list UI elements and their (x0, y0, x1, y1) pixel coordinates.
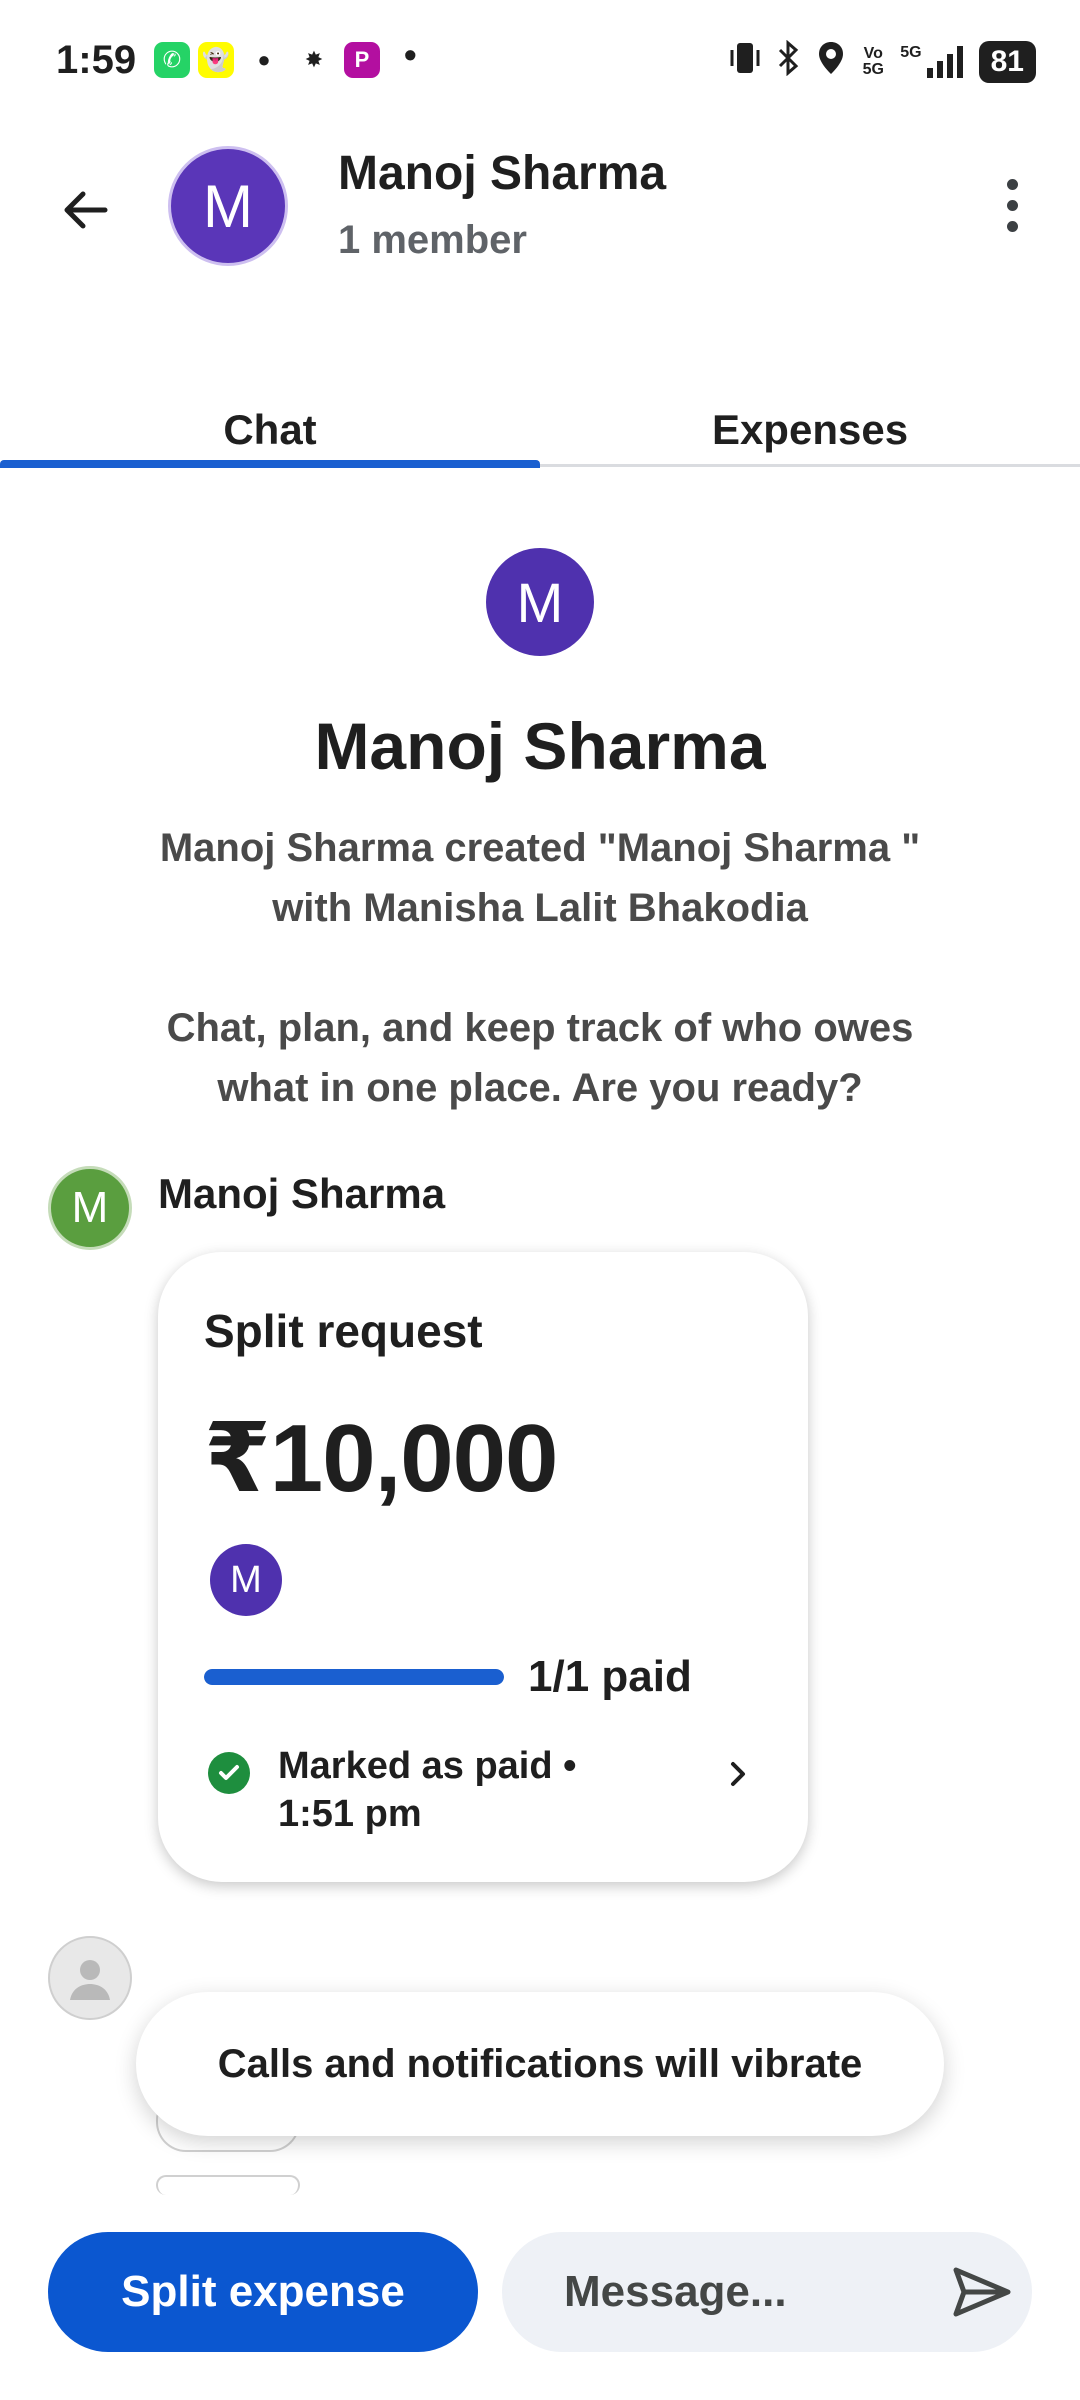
message-bubble-partial (156, 2175, 300, 2195)
group-title[interactable]: Manoj Sharma (338, 146, 666, 201)
vibrate-toast: Calls and notifications will vibrate (136, 1992, 944, 2136)
member-count[interactable]: 1 member (338, 218, 527, 263)
status-time: 1:59 (56, 38, 137, 82)
more-notifications-dot: • (404, 34, 417, 75)
active-tab-indicator (0, 460, 540, 468)
back-button[interactable] (40, 165, 130, 255)
app-glyph-icon: ✸ (304, 47, 324, 72)
person-icon (70, 1960, 110, 2000)
paid-progress-fill (204, 1669, 504, 1685)
snapchat-icon: 👻 (198, 42, 234, 78)
created-line-1: Manoj Sharma created "Manoj Sharma " (159, 826, 921, 870)
created-line-2: with Manisha Lalit Bhakodia (272, 886, 808, 930)
tab-chat[interactable]: Chat (0, 390, 540, 470)
sender-name: Manoj Sharma (158, 1170, 446, 1217)
prompt-line-1: Chat, plan, and keep track of who owes (166, 1006, 914, 1050)
split-amount: ₹10,000 (204, 1405, 558, 1512)
group-avatar[interactable]: M (168, 146, 288, 266)
message-bubble-icon: ● (257, 47, 271, 72)
check-circle-icon (208, 1752, 250, 1794)
paid-progress-bar (204, 1669, 504, 1685)
tab-expenses[interactable]: Expenses (540, 390, 1080, 470)
signal-icon: 5G (900, 44, 964, 80)
battery-indicator: 81 (978, 40, 1036, 83)
network-type-label: 5G (900, 43, 922, 61)
sender-avatar[interactable]: M (48, 1166, 132, 1250)
more-vert-icon (1006, 178, 1018, 190)
more-options-button[interactable] (972, 160, 1052, 250)
payment-status-line-1: Marked as paid • (278, 1745, 577, 1787)
location-icon (816, 40, 846, 83)
member-avatar: M (210, 1544, 282, 1616)
payment-status-time: 1:51 pm (278, 1793, 422, 1835)
volte-icon: Vo 5G (862, 44, 884, 78)
vibrate-icon (728, 40, 762, 83)
group-intro-avatar: M (486, 548, 594, 656)
user-avatar[interactable] (48, 1936, 132, 2020)
open-details-button[interactable] (710, 1746, 766, 1802)
split-request-title: Split request (204, 1305, 483, 1357)
send-button[interactable] (942, 2252, 1022, 2332)
payment-status: Marked as paid • 1:51 pm (278, 1742, 658, 1838)
whatsapp-icon: ✆ (154, 42, 190, 78)
paid-count: 1/1 paid (528, 1652, 692, 1701)
send-icon (953, 2267, 1011, 2317)
group-intro-title: Manoj Sharma (314, 709, 766, 783)
split-request-card[interactable]: Split request ₹10,000 M 1/1 paid Marked … (158, 1252, 808, 1882)
status-indicators: Vo 5G 5G 81 (728, 39, 1036, 83)
split-expense-button[interactable]: Split expense (48, 2232, 478, 2352)
prompt-line-2: what in one place. Are you ready? (217, 1066, 863, 1110)
back-arrow-icon (64, 191, 108, 229)
chevron-right-icon (731, 1762, 745, 1786)
p-app-icon: P (344, 42, 380, 78)
bluetooth-icon (776, 39, 802, 83)
